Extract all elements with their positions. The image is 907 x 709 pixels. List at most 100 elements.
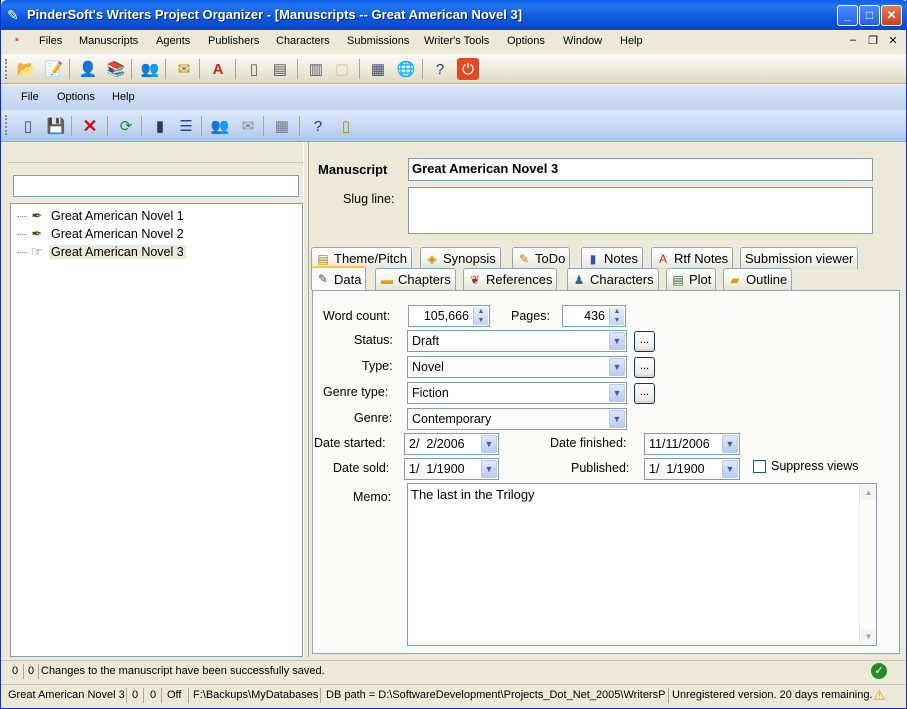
columns-icon[interactable]: ▥ [305, 58, 327, 80]
date-started-picker[interactable]: 2/ 2/2006 ▼ [404, 433, 499, 455]
menu-characters[interactable]: Characters [276, 35, 330, 47]
page-icon[interactable]: ▯ [243, 58, 265, 80]
scroll-up-icon[interactable]: ▲ [861, 485, 876, 500]
chevron-down-icon[interactable]: ▼ [609, 410, 625, 428]
inner-menu-help[interactable]: Help [112, 91, 135, 103]
globe-icon[interactable]: 🌐 [395, 58, 417, 80]
manuscript-title-field[interactable]: Great American Novel 3 [408, 158, 873, 181]
memo-field[interactable]: The last in the Trilogy ▲ ▼ [407, 483, 877, 646]
tree-item[interactable]: ✒ Great American Novel 1 [17, 207, 186, 225]
slug-line-field[interactable] [408, 187, 873, 234]
menu-manuscripts[interactable]: Manuscripts [79, 35, 138, 47]
inner-menu-file[interactable]: File [21, 91, 39, 103]
status-off: Off [167, 689, 182, 701]
menu-window[interactable]: Window [563, 35, 602, 47]
new-icon[interactable]: ▯ [17, 115, 39, 137]
status-ellipsis-button[interactable]: ... [634, 331, 655, 352]
mdi-close-button[interactable]: ✕ [886, 34, 900, 47]
menu-agents[interactable]: Agents [156, 35, 190, 47]
outline-icon[interactable]: ☰ [175, 115, 197, 137]
mail-icon[interactable]: ✉ [173, 58, 195, 80]
scroll-down-icon[interactable]: ▼ [861, 629, 876, 644]
manuscript-tree[interactable]: ✒ Great American Novel 1 ✒ Great American … [10, 203, 303, 657]
word-count-spinner[interactable]: 105,666 ▲ ▼ [408, 305, 490, 327]
mdi-minimize-button[interactable]: – [846, 34, 860, 46]
genre-combo[interactable]: Contemporary ▼ [407, 408, 627, 430]
spin-arrows-icon[interactable]: ▲ ▼ [473, 307, 488, 325]
mdi-child-icon[interactable]: ▪ [15, 34, 19, 46]
close-button[interactable]: ✕ [881, 5, 902, 26]
tab-references[interactable]: ❦ References [463, 268, 558, 290]
tab-characters[interactable]: ♟ Characters [567, 268, 659, 290]
type-ellipsis-button[interactable]: ... [634, 357, 655, 378]
edit-document-icon[interactable]: 📝 [43, 58, 65, 80]
tab-plot[interactable]: ▤ Plot [666, 268, 717, 290]
chevron-down-icon[interactable]: ▼ [609, 332, 625, 350]
genre-type-ellipsis-button[interactable]: ... [634, 383, 655, 404]
calendar-icon[interactable]: ▦ [367, 58, 389, 80]
date-sold-picker[interactable]: 1/ 1/1900 ▼ [404, 458, 499, 480]
open-folder-icon[interactable]: 📂 [15, 58, 37, 80]
chevron-down-icon[interactable]: ▼ [481, 460, 497, 478]
date-started-label: Date started: [314, 436, 386, 450]
delete-icon[interactable]: ✕ [79, 115, 101, 137]
power-icon[interactable]: ⏻ [457, 58, 479, 80]
title-bar[interactable]: ✎ PinderSoft's Writers Project Organizer… [1, 0, 907, 30]
about-icon[interactable]: ▯ [335, 115, 357, 137]
menu-files[interactable]: Files [39, 35, 62, 47]
save-icon[interactable]: 💾 [45, 115, 67, 137]
tab-data[interactable]: ✎ Data [311, 266, 367, 290]
status-db-path: DB path = D:\SoftwareDevelopment\Project… [326, 689, 666, 701]
menu-publishers[interactable]: Publishers [208, 35, 259, 47]
book-icon[interactable]: ▮ [149, 115, 171, 137]
font-icon[interactable]: A [207, 58, 229, 80]
tree-item-selected[interactable]: ☞ Great American Novel 3 [17, 243, 186, 261]
mdi-restore-button[interactable]: ❐ [866, 34, 880, 47]
spin-arrows-icon[interactable]: ▲ ▼ [609, 307, 624, 325]
menu-options[interactable]: Options [507, 35, 545, 47]
characters-icon[interactable]: 👥 [139, 58, 161, 80]
page-edit-icon[interactable]: ▤ [269, 58, 291, 80]
tab-notes[interactable]: ▮ Notes [581, 247, 643, 269]
calendar-icon[interactable]: ▦ [271, 115, 293, 137]
status-count-1: 0 [12, 665, 19, 677]
pages-spinner[interactable]: 436 ▲ ▼ [562, 305, 626, 327]
chevron-down-icon[interactable]: ▼ [722, 460, 738, 478]
tab-outline[interactable]: ▰ Outline [723, 268, 793, 290]
tab-submission-viewer[interactable]: Submission viewer [740, 247, 859, 269]
chevron-down-icon[interactable]: ▼ [722, 435, 738, 453]
tab-rtf-notes[interactable]: A Rtf Notes [651, 247, 734, 269]
chevron-down-icon[interactable]: ▼ [609, 384, 625, 402]
publishers-icon[interactable]: 📚 [105, 58, 127, 80]
help-icon[interactable]: ? [429, 58, 451, 80]
toolbar-grip[interactable] [5, 59, 8, 79]
type-combo[interactable]: Novel ▼ [407, 356, 627, 378]
mail-icon[interactable]: ✉ [237, 115, 259, 137]
date-finished-picker[interactable]: 11/11/2006 ▼ [644, 433, 740, 455]
character-icon[interactable]: 👥 [209, 115, 231, 137]
menu-help[interactable]: Help [620, 35, 643, 47]
status-combo[interactable]: Draft ▼ [407, 330, 627, 352]
chevron-down-icon[interactable]: ▼ [609, 358, 625, 376]
chevron-down-icon[interactable]: ▼ [481, 435, 497, 453]
menu-writers-tools[interactable]: Writer's Tools [424, 35, 489, 47]
note-icon[interactable]: ▢ [331, 58, 353, 80]
menu-submissions[interactable]: Submissions [347, 35, 409, 47]
inner-menu-options[interactable]: Options [57, 91, 95, 103]
search-input[interactable] [13, 175, 299, 197]
minimize-button[interactable]: _ [837, 5, 858, 26]
agent-icon[interactable]: 👤 [77, 58, 99, 80]
refresh-icon[interactable]: ⟳ [115, 115, 137, 137]
genre-type-combo[interactable]: Fiction ▼ [407, 382, 627, 404]
tab-todo[interactable]: ✎ ToDo [512, 247, 571, 269]
memo-scrollbar[interactable]: ▲ ▼ [859, 484, 876, 645]
suppress-views-checkbox[interactable] [753, 460, 766, 473]
toolbar-grip[interactable] [5, 115, 8, 135]
maximize-button[interactable]: □ [859, 5, 880, 26]
help-icon[interactable]: ? [307, 115, 329, 137]
published-picker[interactable]: 1/ 1/1900 ▼ [644, 458, 740, 480]
tree-item[interactable]: ✒ Great American Novel 2 [17, 225, 186, 243]
tab-synopsis[interactable]: ◈ Synopsis [420, 247, 501, 269]
genre-label: Genre: [354, 411, 393, 425]
tab-chapters[interactable]: ▬ Chapters [375, 268, 456, 290]
